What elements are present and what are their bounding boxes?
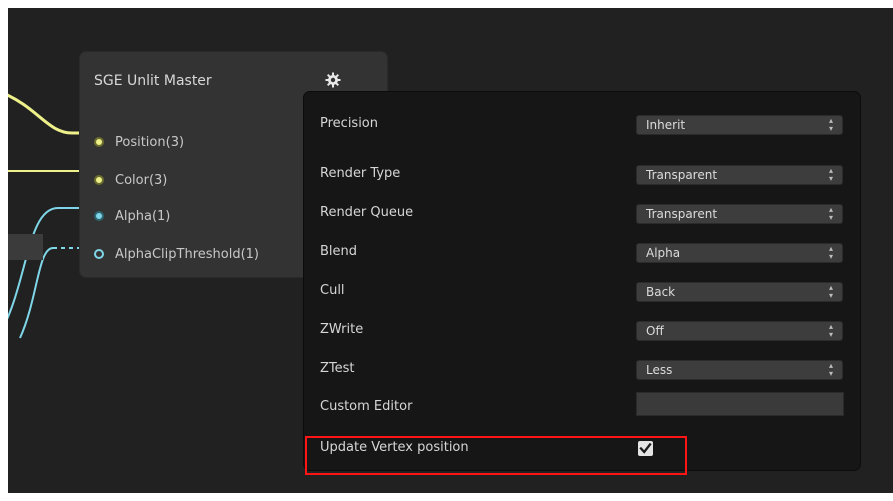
dropdown-arrows-icon: ▴ ▾	[828, 244, 833, 261]
ztest-label: ZTest	[320, 361, 355, 376]
render-queue-label: Render Queue	[320, 205, 414, 220]
custom-editor-input[interactable]	[636, 392, 844, 416]
dropdown-arrows-icon: ▴ ▾	[828, 283, 833, 300]
port-connector-icon[interactable]	[94, 211, 104, 221]
dropdown-arrows-icon: ▴ ▾	[828, 322, 833, 339]
node-title: SGE Unlit Master	[94, 73, 212, 89]
port-label: Position(3)	[115, 134, 185, 150]
dropdown-value: Less	[646, 363, 673, 377]
dropdown-value: Alpha	[646, 246, 681, 260]
highlight-box	[305, 436, 687, 475]
dropdown-arrows-icon: ▴ ▾	[828, 361, 833, 378]
port-label: Alpha(1)	[115, 208, 171, 224]
dropdown-value: Off	[646, 324, 664, 338]
zwrite-label: ZWrite	[320, 322, 364, 337]
port-connector-icon[interactable]	[94, 137, 104, 147]
dropdown-arrows-icon: ▴ ▾	[828, 116, 833, 133]
dropdown-arrows-icon: ▴ ▾	[828, 166, 833, 183]
render-type-label: Render Type	[320, 166, 401, 181]
ztest-dropdown[interactable]: Less ▴ ▾	[636, 360, 843, 380]
render-queue-dropdown[interactable]: Transparent ▴ ▾	[636, 204, 843, 224]
dropdown-value: Transparent	[646, 168, 718, 182]
port-label: Color(3)	[115, 172, 168, 188]
port-alpha-clip-threshold[interactable]: AlphaClipThreshold(1)	[94, 244, 259, 264]
inline-value-field[interactable]	[8, 234, 43, 260]
dropdown-arrows-icon: ▴ ▾	[828, 205, 833, 222]
port-position[interactable]: Position(3)	[94, 132, 184, 152]
port-label: AlphaClipThreshold(1)	[115, 246, 259, 262]
port-connector-icon[interactable]	[94, 249, 104, 259]
master-settings-panel: Precision Inherit ▴ ▾ Render Type Transpa…	[304, 92, 860, 470]
port-connector-icon[interactable]	[94, 175, 104, 185]
precision-label: Precision	[320, 116, 379, 131]
port-alpha[interactable]: Alpha(1)	[94, 206, 170, 226]
dropdown-value: Transparent	[646, 207, 718, 221]
blend-dropdown[interactable]: Alpha ▴ ▾	[636, 243, 843, 263]
dropdown-value: Back	[646, 285, 676, 299]
precision-dropdown[interactable]: Inherit ▴ ▾	[636, 115, 843, 135]
cull-label: Cull	[320, 283, 345, 298]
render-type-dropdown[interactable]: Transparent ▴ ▾	[636, 165, 843, 185]
custom-editor-label: Custom Editor	[320, 399, 413, 414]
gear-icon[interactable]	[325, 72, 341, 88]
graph-canvas[interactable]: SGE Unlit Master Position(3) Color(3) Al…	[8, 8, 893, 493]
cull-dropdown[interactable]: Back ▴ ▾	[636, 282, 843, 302]
port-color[interactable]: Color(3)	[94, 170, 167, 190]
blend-label: Blend	[320, 244, 358, 259]
zwrite-dropdown[interactable]: Off ▴ ▾	[636, 321, 843, 341]
dropdown-value: Inherit	[646, 118, 686, 132]
